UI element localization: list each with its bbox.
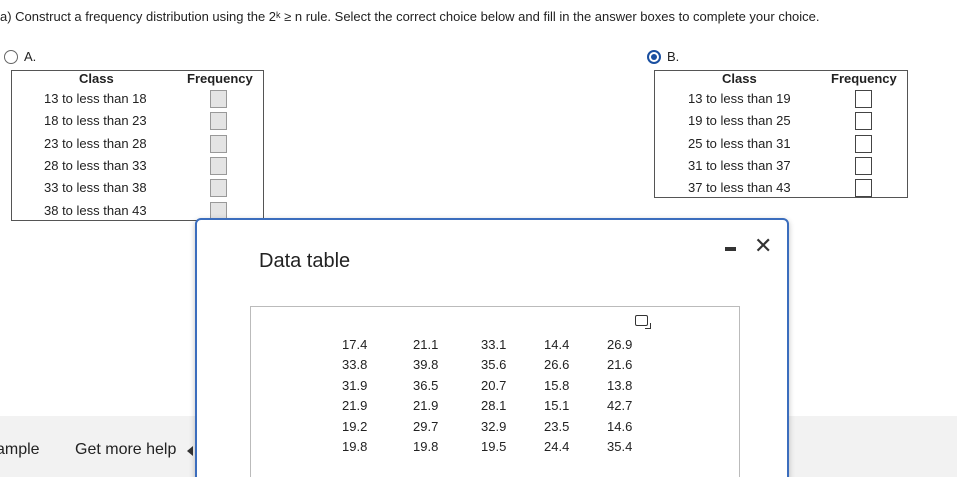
dialog-title: Data table: [259, 250, 351, 272]
data-cell: 20.7: [481, 377, 507, 393]
choice-a-class-row: 13 to less than 18: [44, 91, 147, 106]
question-prefix: a) Construct a frequency distribution us…: [0, 9, 277, 24]
choice-b-class-row: 19 to less than 25: [688, 113, 791, 129]
data-column: 26.9 21.6 13.8 42.7 14.6 35.4: [607, 335, 632, 457]
data-column: 33.1 35.6 20.7 28.1 32.9 19.5: [481, 335, 506, 457]
choice-b-frequency-input[interactable]: [855, 112, 872, 131]
data-cell: 28.1: [481, 398, 507, 414]
question-suffix: ≥ n rule. Select the correct choice belo…: [280, 9, 820, 24]
data-cell: 35.6: [481, 357, 507, 373]
data-cell: 31.9: [342, 377, 368, 393]
data-cell: 26.6: [544, 357, 570, 373]
choice-b-table: Class Frequency 13 to less than 19 19 to …: [654, 70, 908, 198]
data-cell: 32.9: [481, 418, 507, 434]
data-cell: 15.8: [544, 377, 570, 393]
choice-a-radio-icon[interactable]: [4, 49, 18, 64]
choice-a-frequency-input[interactable]: [210, 156, 227, 175]
close-icon[interactable]: ✕: [754, 235, 772, 257]
get-more-help-link[interactable]: Get more help: [75, 441, 176, 459]
choice-b-frequency-header: Frequency: [831, 71, 897, 86]
data-cell: 13.8: [607, 377, 633, 393]
choice-b-frequency-input[interactable]: [855, 134, 872, 153]
data-cell: 35.4: [607, 439, 633, 455]
data-column: 21.1 39.8 36.5 21.9 29.7 19.8: [413, 335, 438, 457]
data-cell: 14.4: [544, 337, 570, 352]
data-cell: 19.2: [342, 418, 368, 434]
copy-icon[interactable]: [635, 315, 651, 329]
choice-b-frequency-input[interactable]: [855, 179, 872, 198]
choice-a-frequency-input[interactable]: [210, 134, 227, 153]
data-cell: 21.9: [413, 398, 439, 414]
choice-a-class-row: 33 to less than 38: [44, 180, 147, 196]
data-cell: 26.9: [607, 337, 633, 352]
data-column: 17.4 33.8 31.9 21.9 19.2 19.8: [342, 335, 367, 457]
data-cell: 14.6: [607, 418, 633, 434]
data-column: 14.4 26.6 15.8 15.1 23.5 24.4: [544, 335, 569, 457]
choice-a-class-row: 23 to less than 28: [44, 135, 147, 151]
choice-b-frequency-input[interactable]: [855, 156, 872, 175]
data-table-dialog: Data table ✕ 17.4 33.8 31.9 21.9 19.2 19.8 21.…: [195, 218, 789, 477]
choice-b-label: B.: [667, 49, 680, 64]
data-cell: 19.8: [342, 439, 368, 455]
data-table: 17.4 33.8 31.9 21.9 19.2 19.8 21.1 39.8 36.5 21.9…: [250, 306, 740, 477]
choice-a-label: A.: [24, 49, 37, 64]
data-cell: 42.7: [607, 398, 633, 414]
choice-b-class-row: 13 to less than 19: [688, 91, 791, 106]
data-cell: 15.1: [544, 398, 570, 414]
choice-a-class-row: 18 to less than 23: [44, 113, 147, 129]
data-cell: 39.8: [413, 357, 439, 373]
minimize-icon[interactable]: [725, 247, 736, 251]
choice-b-radio-icon[interactable]: [647, 49, 661, 64]
choice-a-table: Class Frequency 13 to less than 18 18 to …: [11, 70, 264, 221]
choice-a-frequency-header: Frequency: [187, 71, 253, 86]
data-cell: 21.6: [607, 357, 633, 373]
choice-a-class-row: 38 to less than 43: [44, 202, 147, 218]
choice-a-frequency-input[interactable]: [210, 112, 227, 131]
choice-a-frequency-input[interactable]: [210, 90, 227, 108]
data-cell: 33.1: [481, 337, 507, 352]
data-cell: 21.1: [413, 337, 439, 352]
choice-b-class-header: Class: [722, 71, 757, 86]
data-cell: 36.5: [413, 377, 439, 393]
choice-a-class-header: Class: [79, 71, 114, 86]
choice-a-frequency-input[interactable]: [210, 179, 227, 198]
data-cell: 19.8: [413, 439, 439, 455]
question-superscript: k: [276, 10, 281, 20]
choice-a-class-row: 28 to less than 33: [44, 157, 147, 173]
choice-b-class-row: 25 to less than 31: [688, 135, 791, 151]
choice-a-frequency-input[interactable]: [210, 201, 227, 220]
data-cell: 23.5: [544, 418, 570, 434]
choice-b-class-row: 31 to less than 37: [688, 157, 791, 173]
choice-b-class-row: 37 to less than 43: [688, 180, 791, 196]
caret-left-icon[interactable]: [187, 446, 193, 456]
question-text: a) Construct a frequency distribution us…: [0, 9, 820, 24]
data-cell: 17.4: [342, 337, 368, 352]
example-link[interactable]: ample: [0, 441, 40, 459]
data-cell: 29.7: [413, 418, 439, 434]
data-cell: 24.4: [544, 439, 570, 455]
choice-a[interactable]: A.: [4, 49, 36, 64]
choice-b[interactable]: B.: [647, 49, 679, 64]
data-cell: 19.5: [481, 439, 507, 455]
choice-b-frequency-input[interactable]: [855, 90, 872, 108]
data-cell: 33.8: [342, 357, 368, 373]
data-cell: 21.9: [342, 398, 368, 414]
